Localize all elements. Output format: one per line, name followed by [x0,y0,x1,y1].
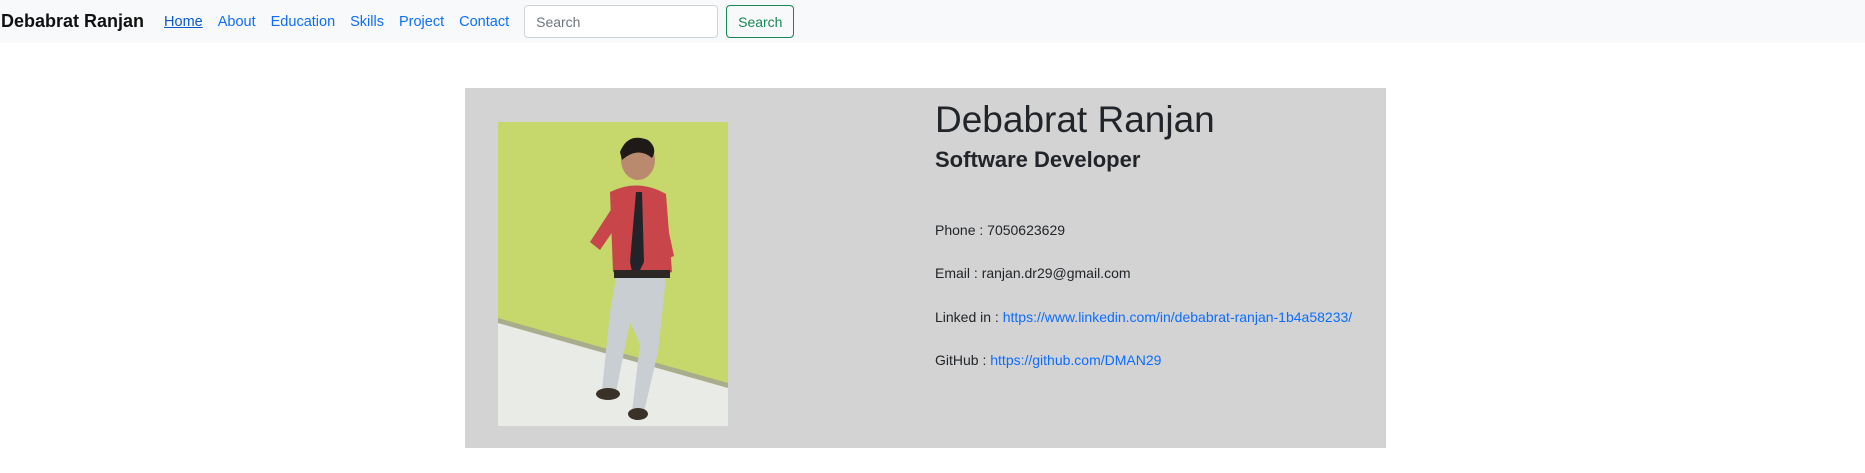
nav-link-contact[interactable]: Contact [459,14,509,30]
search-button[interactable]: Search [726,5,795,38]
profile-name: Debabrat Ranjan [935,99,1215,140]
email-value: ranjan.dr29@gmail.com [981,265,1131,281]
nav-links: Home About Education Skills Project Cont… [164,14,524,30]
phone-value: 7050623629 [987,222,1066,238]
brand-link[interactable]: Debabrat Ranjan [1,11,144,32]
nav-link-education[interactable]: Education [271,14,336,30]
navbar: Debabrat Ranjan Home About Education Ski… [0,0,1865,43]
phone-line: Phone : 7050623629 [935,222,1065,238]
profile-photo-image [498,122,728,426]
nav-link-skills[interactable]: Skills [350,14,384,30]
linkedin-line: Linked in : https://www.linkedin.com/in/… [935,309,1352,325]
github-line: GitHub : https://github.com/DMAN29 [935,352,1161,368]
nav-link-project[interactable]: Project [399,14,444,30]
search-input[interactable] [524,5,719,38]
profile-card: Debabrat Ranjan Software Developer Phone… [465,88,1386,448]
github-link[interactable]: https://github.com/DMAN29 [990,352,1161,368]
linkedin-link[interactable]: https://www.linkedin.com/in/debabrat-ran… [1003,309,1352,325]
email-line: Email : ranjan.dr29@gmail.com [935,265,1131,281]
nav-link-home[interactable]: Home [164,14,203,30]
profile-photo [498,122,728,426]
profile-title: Software Developer [935,147,1141,173]
linkedin-label: Linked in : [935,309,1003,325]
profile-info: Debabrat Ranjan Software Developer Phone… [935,96,1352,368]
github-label: GitHub : [935,352,991,368]
nav-link-about[interactable]: About [218,14,256,30]
email-label: Email : [935,265,982,281]
phone-label: Phone : [935,222,988,238]
